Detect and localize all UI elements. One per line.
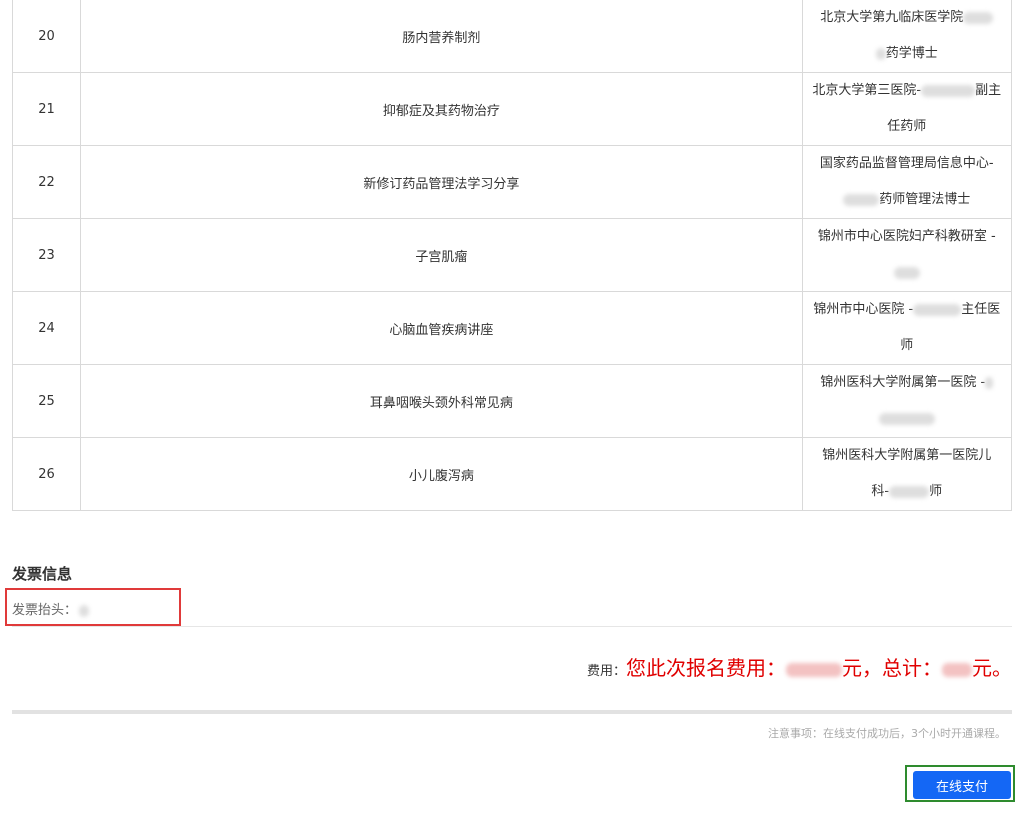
divider-thick [12, 710, 1012, 714]
course-topic: 抑郁症及其药物治疗 [80, 72, 803, 146]
table-row: 23 子宫肌瘤 锦州市中心医院妇产科教研室 - [11, 218, 1013, 292]
course-speaker: 锦州市中心医院 - 主任医师 [801, 291, 1013, 365]
course-speaker: 国家药品监督管理局信息中心- 药师管理法博士 [801, 145, 1013, 219]
course-topic: 心脑血管疾病讲座 [80, 291, 803, 365]
course-topic: 新修订药品管理法学习分享 [80, 145, 803, 219]
course-topic: 肠内营养制剂 [80, 0, 803, 73]
payment-notice: 注意事项：在线支付成功后，3个小时开通课程。 [768, 727, 1006, 740]
course-number: 24 [11, 291, 82, 365]
course-speaker: 锦州市中心医院妇产科教研室 - [801, 218, 1013, 292]
course-number: 25 [11, 364, 82, 438]
course-topic: 小儿腹泻病 [80, 437, 803, 511]
course-speaker: 北京大学第三医院- 副主 任药师 [801, 72, 1013, 146]
course-speaker: 锦州医科大学附属第一医院 - [801, 364, 1013, 438]
fee-row: 费用： 您此次报名费用： 元，总计： 元。 [587, 652, 1012, 681]
invoice-heading: 发票信息 [12, 565, 73, 583]
course-topic: 耳鼻咽喉头颈外科常见病 [80, 364, 803, 438]
course-speaker: 锦州医科大学附属第一医院儿 科- 师 [801, 437, 1013, 511]
table-row: 21 抑郁症及其药物治疗 北京大学第三医院- 副主 任药师 [11, 72, 1013, 146]
table-row: 20 肠内营养制剂 北京大学第九临床医学院 药学博士 [11, 0, 1013, 73]
course-number: 20 [11, 0, 82, 73]
course-table: 20 肠内营养制剂 北京大学第九临床医学院 药学博士 21 抑郁症及其药物治疗 北… [11, 0, 1013, 511]
table-row: 24 心脑血管疾病讲座 锦州市中心医院 - 主任医师 [11, 291, 1013, 365]
course-speaker: 北京大学第九临床医学院 药学博士 [801, 0, 1013, 73]
table-row: 25 耳鼻咽喉头颈外科常见病 锦州医科大学附属第一医院 - [11, 364, 1013, 438]
course-number: 26 [11, 437, 82, 511]
annotation-box-invoice [5, 588, 181, 626]
pay-online-button[interactable]: 在线支付 [913, 771, 1011, 799]
course-number: 23 [11, 218, 82, 292]
course-number: 22 [11, 145, 82, 219]
table-row: 26 小儿腹泻病 锦州医科大学附属第一医院儿 科- 师 [11, 437, 1013, 511]
course-number: 21 [11, 72, 82, 146]
fee-summary: 您此次报名费用： 元，总计： 元。 [626, 656, 1012, 680]
table-row: 22 新修订药品管理法学习分享 国家药品监督管理局信息中心- 药师管理法博士 [11, 145, 1013, 219]
fee-label: 费用： [586, 664, 626, 679]
course-topic: 子宫肌瘤 [80, 218, 803, 292]
divider [12, 626, 1012, 627]
